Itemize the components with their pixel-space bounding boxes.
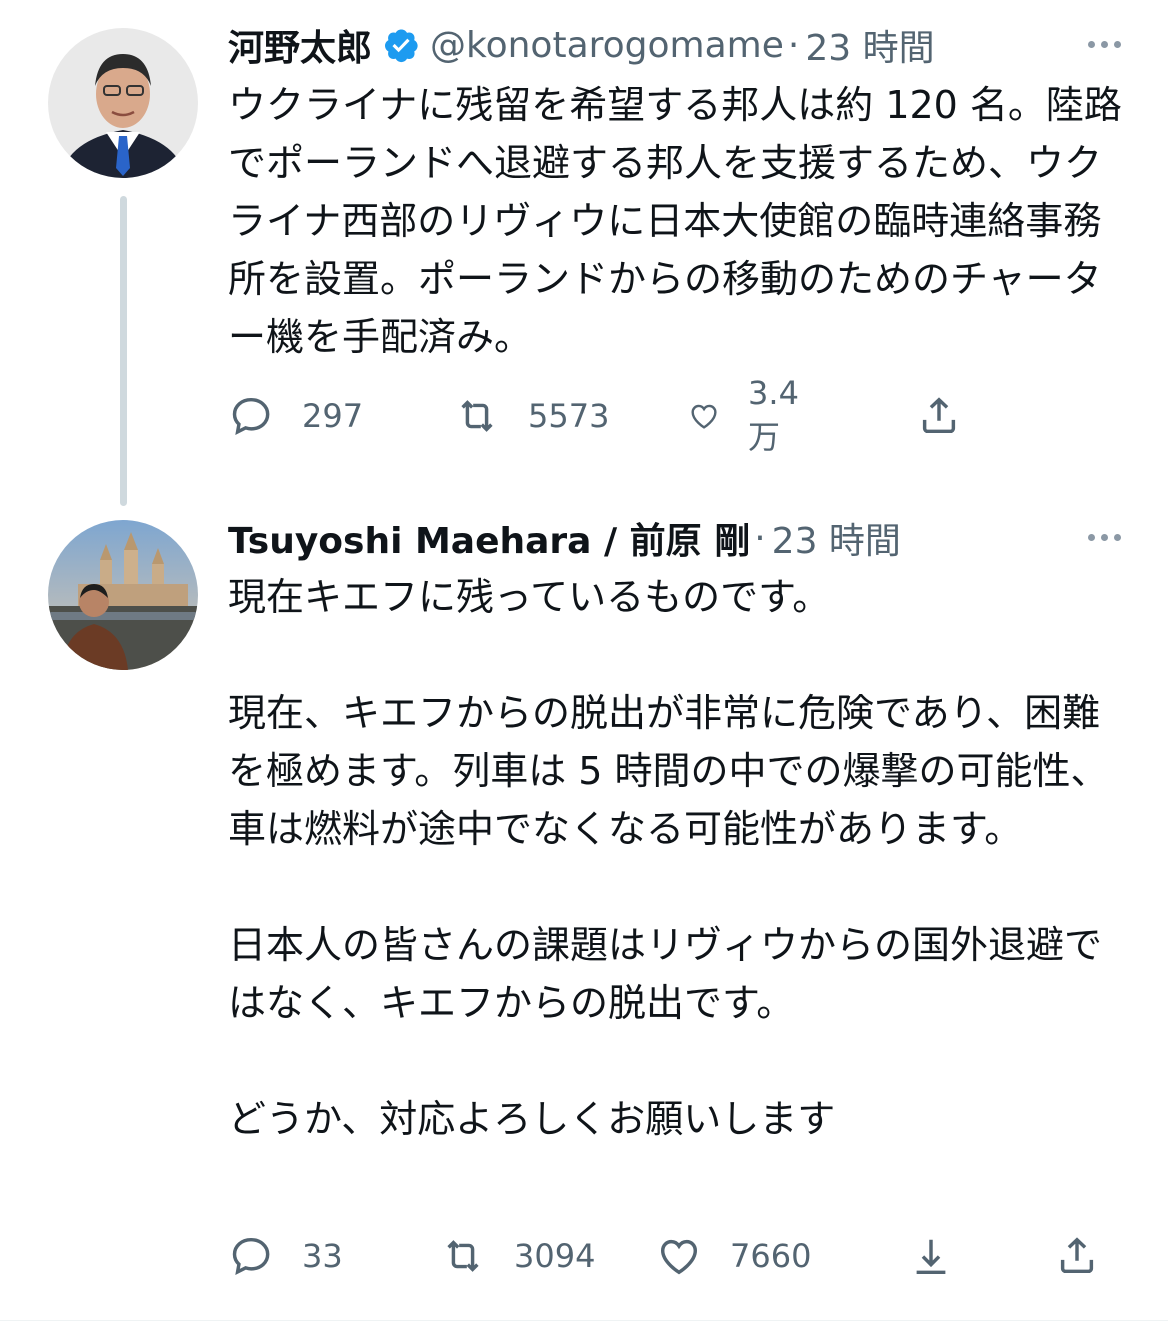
retweet-count: 3094: [514, 1237, 596, 1275]
reply-icon: [232, 1237, 270, 1275]
verified-badge-icon: [382, 26, 420, 64]
more-options-icon[interactable]: [1080, 24, 1128, 64]
more-options-icon[interactable]: [1080, 517, 1128, 557]
author-name[interactable]: 河野太郎: [228, 19, 372, 71]
tweet-text: ウクライナに残留を希望する邦人は約 120 名。陸路でポーランドへ退避する邦人を…: [228, 76, 1128, 366]
tweet-header: 河野太郎 @konotarogomame · 23 時間: [228, 20, 1128, 70]
reply-count: 297: [302, 397, 364, 435]
like-count: 7660: [730, 1237, 812, 1275]
tweet-paragraph: 日本人の皆さんの課題はリヴィウからの国外退避ではなく、キエフからの脱出です。: [228, 923, 1103, 1025]
divider: [0, 1320, 1168, 1321]
avatar[interactable]: [48, 28, 198, 178]
timestamp[interactable]: 23 時間: [772, 512, 901, 564]
like-button[interactable]: 7660: [656, 1226, 811, 1286]
share-icon: [1060, 1237, 1094, 1274]
share-button[interactable]: [916, 386, 962, 446]
tweet-paragraph: ウクライナに残留を希望する邦人は約 120 名。陸路でポーランドへ退避する邦人を…: [228, 83, 1122, 359]
retweet-button[interactable]: 5573: [454, 386, 609, 446]
tweet[interactable]: 河野太郎 @konotarogomame · 23 時間 ウクライナに残留を希望…: [0, 0, 1168, 506]
like-icon: [660, 1239, 698, 1275]
avatar-image: [48, 28, 198, 178]
avatar[interactable]: [48, 520, 198, 670]
thread-line: [120, 196, 127, 506]
reply-icon: [232, 397, 270, 435]
avatar-image: [48, 520, 198, 670]
tweet-paragraph: どうか、対応よろしくお願いします: [228, 1097, 836, 1141]
tweet-paragraph: 現在キエフに残っているものです。: [228, 575, 831, 619]
retweet-button[interactable]: 3094: [440, 1226, 595, 1286]
reply-button[interactable]: 33: [228, 1226, 343, 1286]
tweet-header: Tsuyoshi Maehara / 前原 剛 · 23 時間: [228, 513, 1128, 563]
tweet-paragraph: 現在、キエフからの脱出が非常に危険であり、困難を極めます。列車は 5 時間の中で…: [228, 691, 1109, 851]
timestamp[interactable]: 23 時間: [805, 19, 934, 71]
author-handle[interactable]: @konotarogomame: [430, 25, 784, 66]
retweet-icon: [461, 400, 493, 432]
retweet-icon: [447, 1240, 479, 1272]
tweet[interactable]: Tsuyoshi Maehara / 前原 剛 · 23 時間 現在キエフに残っ…: [0, 500, 1168, 1310]
share-button[interactable]: [1054, 1226, 1100, 1286]
like-button[interactable]: 3.4 万: [688, 374, 813, 456]
share-icon: [922, 397, 956, 434]
tweet-text: 現在キエフに残っているものです。 現在、キエフからの脱出が非常に危険であり、困難…: [228, 568, 1128, 1148]
separator: ·: [787, 24, 800, 66]
retweet-count: 5573: [528, 397, 610, 435]
like-count: 3.4 万: [748, 374, 799, 456]
like-icon: [691, 404, 717, 429]
reply-button[interactable]: 297: [228, 386, 363, 446]
download-icon: [916, 1239, 946, 1275]
download-button[interactable]: [908, 1226, 954, 1286]
separator: ·: [754, 517, 766, 559]
reply-count: 33: [302, 1237, 343, 1275]
author-name[interactable]: Tsuyoshi Maehara / 前原 剛: [228, 512, 750, 564]
